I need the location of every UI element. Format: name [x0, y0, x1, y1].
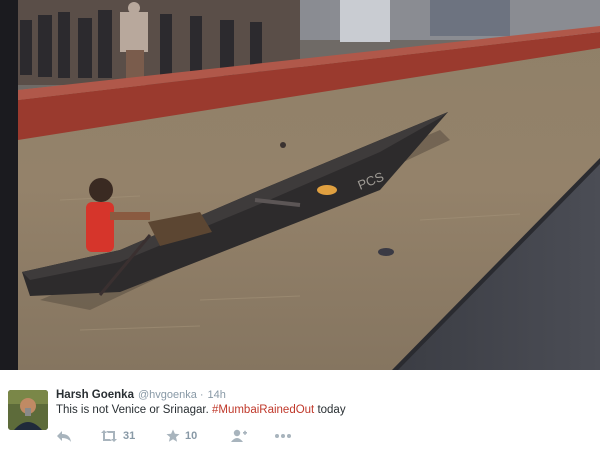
favorite-button[interactable]: 10 — [166, 428, 197, 444]
retweet-count: 31 — [123, 430, 136, 442]
timestamp[interactable]: 14h — [208, 389, 226, 401]
retweet-icon — [101, 430, 117, 442]
tweet-photo[interactable]: PCS — [0, 0, 600, 370]
tweet-text-after: today — [314, 404, 346, 416]
profile-photo-icon — [8, 390, 48, 430]
hashtag-link[interactable]: #MumbaiRainedOut — [212, 404, 314, 416]
tweet: Harsh Goenka @hvgoenka · 14h This is not Ve… — [0, 370, 600, 450]
add-user-icon — [231, 429, 247, 442]
more-icon — [275, 434, 291, 438]
more-button[interactable] — [274, 428, 292, 444]
reply-icon — [57, 431, 71, 442]
tweet-text-before: This is not Venice or Srinagar. — [56, 404, 212, 416]
tweet-actions: 31 10 — [56, 428, 356, 444]
favorite-count: 10 — [185, 430, 198, 442]
separator: · — [199, 389, 204, 401]
tweet-header: Harsh Goenka @hvgoenka · 14h — [56, 389, 226, 401]
reply-button[interactable] — [56, 428, 72, 444]
author-name[interactable]: Harsh Goenka — [56, 389, 134, 401]
avatar[interactable] — [8, 390, 48, 430]
author-handle[interactable]: @hvgoenka — [138, 389, 197, 401]
tweet-screenshot: PCS Harsh Goenka @hvgoenka · 14h This is… — [0, 0, 600, 450]
tweet-text: This is not Venice or Srinagar. #MumbaiR… — [56, 404, 346, 416]
retweet-button[interactable]: 31 — [100, 428, 135, 444]
flooded-platform-image: PCS — [0, 0, 600, 370]
star-icon — [166, 429, 180, 442]
follow-button[interactable] — [230, 428, 248, 444]
